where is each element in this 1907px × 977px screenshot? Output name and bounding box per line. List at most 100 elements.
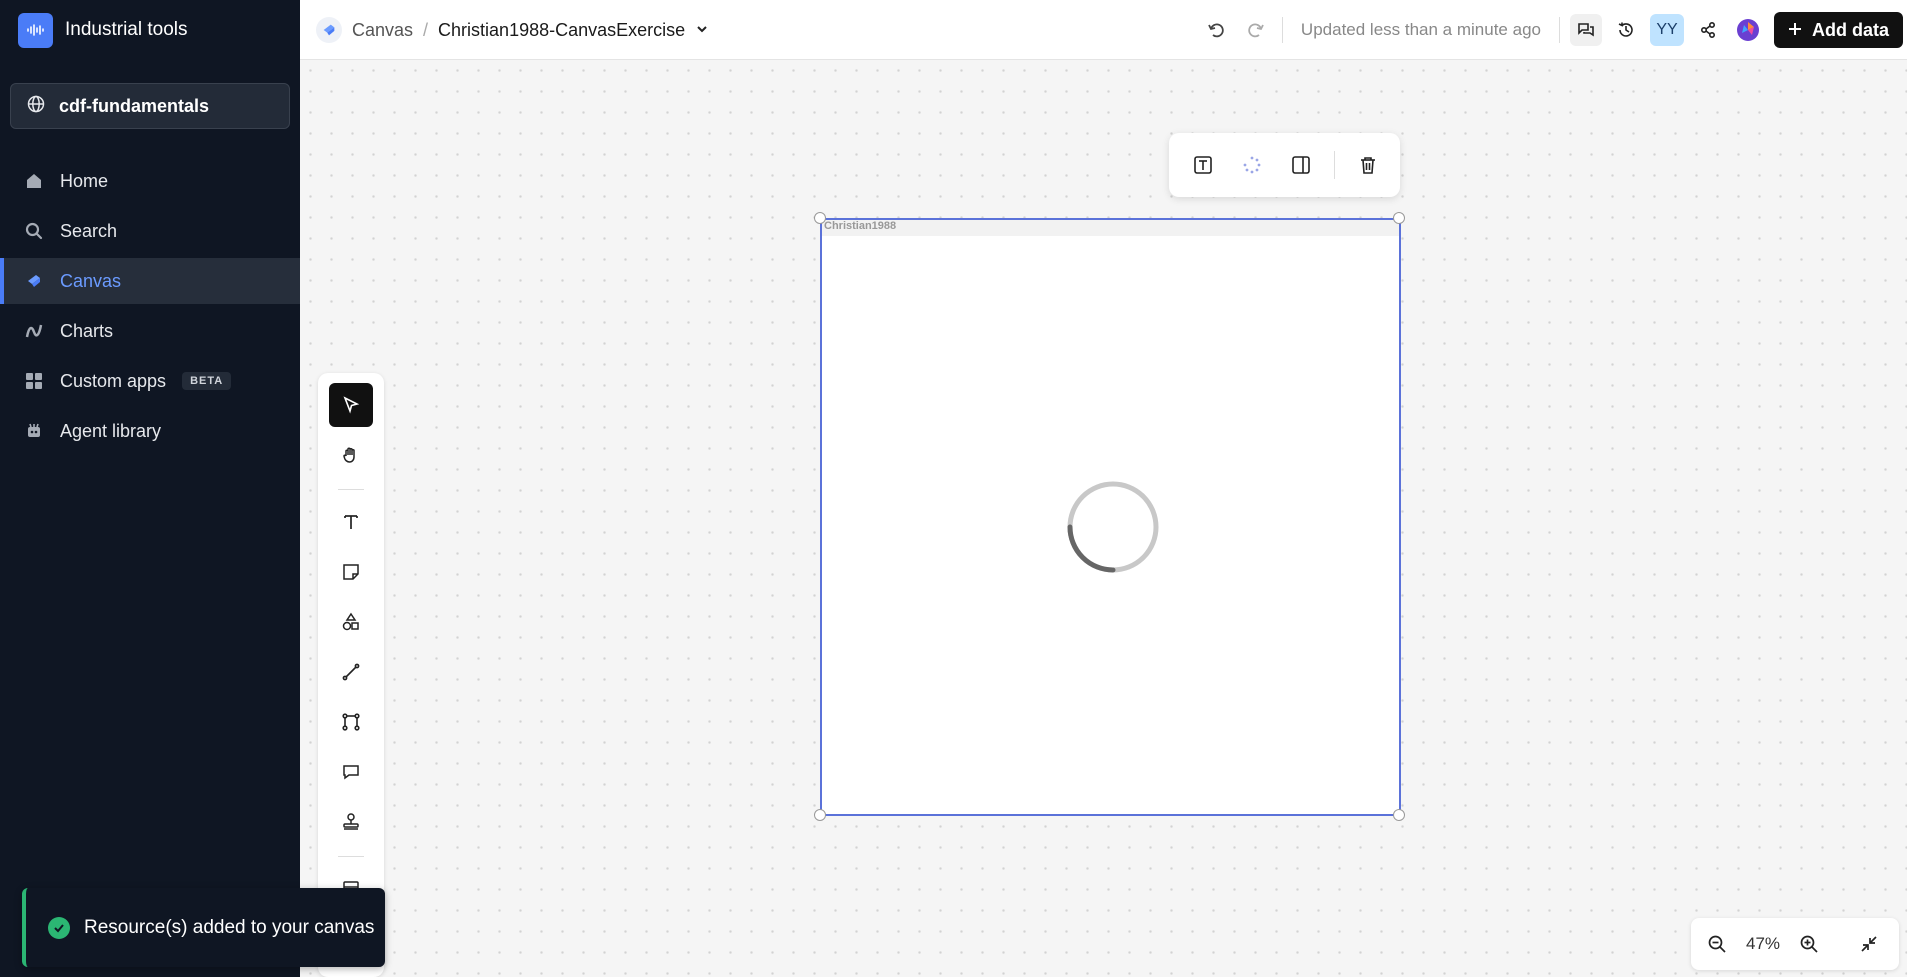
comments-icon [1578,23,1594,37]
divider [338,856,364,857]
brand-title: Industrial tools [65,19,188,40]
add-data-label: Add data [1811,19,1889,40]
line-icon [342,663,360,681]
loading-spinner-icon [1067,481,1159,573]
resize-handle-bottom-left[interactable] [814,809,826,821]
sidebar-item-label: Search [60,220,118,241]
text-icon [344,515,358,529]
search-icon [24,221,44,241]
apps-icon [24,371,44,391]
ai-assistant-button[interactable] [1732,14,1764,46]
zoom-level[interactable]: 47% [1737,934,1789,954]
sidebar-item-label: Agent library [60,420,162,441]
cursor-icon [343,396,360,414]
brand[interactable]: Industrial tools [18,12,188,48]
home-icon [24,171,44,191]
globe-icon [27,95,45,118]
trash-icon [1361,157,1375,174]
pan-tool[interactable] [329,433,373,477]
selection-action-bar [1169,133,1400,197]
open-panel-button[interactable] [1283,147,1319,183]
comment-tool[interactable] [329,750,373,794]
sidebar-item-canvas[interactable]: Canvas [0,258,300,304]
plus-icon [1788,20,1802,41]
comments-button[interactable] [1569,14,1602,46]
sidebar-item-search[interactable]: Search [0,208,300,254]
comment-icon [343,765,359,780]
breadcrumb-root[interactable]: Canvas [352,20,413,41]
zoom-in-button[interactable] [1789,924,1829,964]
undo-button[interactable] [1200,14,1232,46]
success-check-icon [48,916,70,939]
share-icon [1700,21,1715,39]
select-tool[interactable] [329,383,373,427]
resize-handle-top-right[interactable] [1393,212,1405,224]
divider [1558,17,1560,43]
charts-icon [24,321,44,341]
connector-icon [342,713,360,731]
redo-button[interactable] [1240,14,1272,46]
hand-icon [343,447,355,463]
add-data-button[interactable]: Add data [1773,12,1903,48]
connector-tool[interactable] [329,700,373,744]
breadcrumb-separator: / [423,19,429,40]
sticky-note-tool[interactable] [329,550,373,594]
industrial-tools-logo-icon [18,12,53,48]
resize-handle-top-left[interactable] [814,212,826,224]
zoom-in-icon [1800,935,1818,953]
beta-badge: BETA [182,372,232,390]
add-text-button[interactable] [1185,147,1221,183]
shapes-icon [342,612,359,631]
sidebar-nav: Home Search Canvas Charts Custom apps BE… [0,158,300,458]
history-icon [1618,22,1633,37]
sidebar-item-agent-library[interactable]: Agent library [0,408,300,454]
side-panel-icon [1292,156,1310,174]
top-actions: Updated less than a minute ago YY Add da… [1196,0,1907,60]
text-box-icon [1194,156,1212,174]
sidebar-item-label: Canvas [60,270,122,291]
frame-title: Christian1988 [824,220,897,232]
sidebar-item-home[interactable]: Home [0,158,300,204]
share-button[interactable] [1692,14,1724,46]
toast-notification: Resource(s) added to your canvas [22,888,385,967]
divider [1281,17,1283,43]
sidebar-item-custom-apps[interactable]: Custom apps BETA [0,358,300,404]
breadcrumb: Canvas / Christian1988-CanvasExercise [316,0,709,60]
collapse-icon [1861,936,1877,952]
canvas-frame[interactable]: Christian1988 [820,218,1401,816]
last-updated: Updated less than a minute ago [1300,20,1541,39]
divider [338,489,364,490]
frame-header [822,220,1399,236]
history-button[interactable] [1610,14,1642,46]
sidebar-item-label: Custom apps [60,370,167,391]
tool-palette [318,373,384,977]
ai-assistant-icon [1736,19,1759,41]
divider [1334,151,1335,179]
sidebar-item-label: Charts [60,320,114,341]
undo-icon [1208,23,1224,38]
delete-button[interactable] [1350,147,1386,183]
chevron-down-icon[interactable] [695,20,709,41]
resize-handle-bottom-right[interactable] [1393,809,1405,821]
canvas-icon [24,271,44,291]
shapes-tool[interactable] [329,600,373,644]
loading-button [1234,147,1270,183]
canvas-name[interactable]: Christian1988-CanvasExercise [438,20,685,41]
stamp-tool[interactable] [329,800,373,844]
fit-to-screen-button[interactable] [1849,924,1889,964]
project-selector[interactable]: cdf-fundamentals [10,83,290,129]
project-name: cdf-fundamentals [59,95,210,116]
loading-spinner-icon [1243,156,1261,174]
stamp-icon [343,813,359,830]
sidebar-item-charts[interactable]: Charts [0,308,300,354]
line-tool[interactable] [329,650,373,694]
zoom-controls: 47% [1691,918,1899,970]
redo-icon [1248,23,1264,38]
avatar[interactable]: YY [1649,14,1684,46]
text-tool[interactable] [329,500,373,544]
zoom-out-button[interactable] [1697,924,1737,964]
agent-icon [24,421,44,441]
sidebar: Industrial tools cdf-fundamentals Home S… [0,0,300,977]
toast-message: Resource(s) added to your canvas [84,916,375,938]
top-bar: Canvas / Christian1988-CanvasExercise Up… [300,0,1907,60]
